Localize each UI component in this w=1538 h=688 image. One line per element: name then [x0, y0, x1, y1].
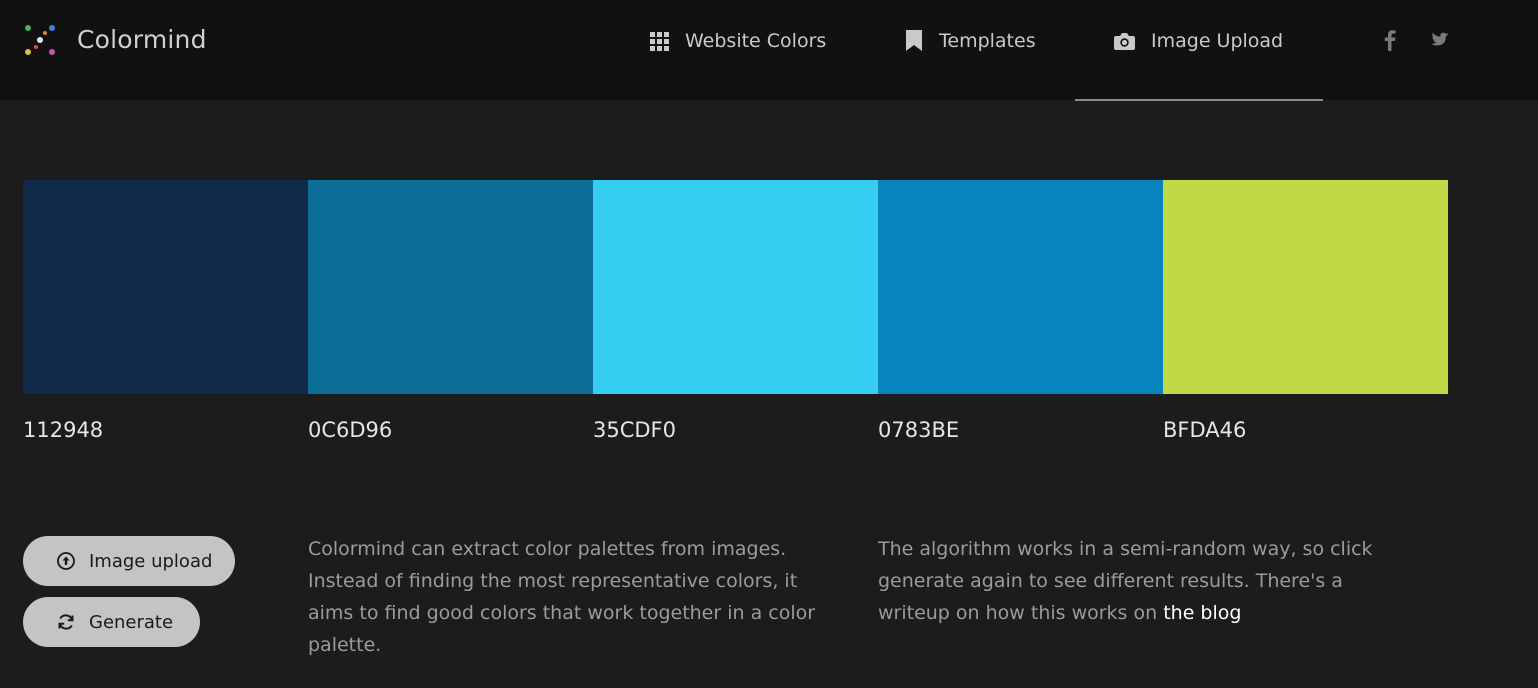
- color-codes: 112948 0C6D96 35CDF0 0783BE BFDA46: [23, 418, 1448, 442]
- color-swatch-3[interactable]: [593, 180, 878, 394]
- brand-name[interactable]: Colormind: [77, 25, 207, 54]
- generate-button-label: Generate: [89, 611, 174, 633]
- generate-button[interactable]: Generate: [23, 597, 200, 647]
- algorithm-description: The algorithm works in a semi-random way…: [878, 533, 1398, 629]
- grid-icon: [650, 31, 669, 51]
- color-palette: [23, 180, 1448, 394]
- blog-link[interactable]: the blog: [1163, 602, 1241, 624]
- image-upload-button[interactable]: Image upload: [23, 536, 235, 586]
- color-swatch-4[interactable]: [878, 180, 1163, 394]
- colormind-logo-icon[interactable]: [22, 22, 58, 58]
- algorithm-description-text: The algorithm works in a semi-random way…: [878, 538, 1373, 624]
- nav-image-upload-label: Image Upload: [1151, 30, 1284, 52]
- nav-templates-label: Templates: [939, 30, 1036, 52]
- top-navigation-bar: Colormind Website Colors Templates Image…: [0, 0, 1538, 101]
- twitter-icon[interactable]: [1429, 27, 1453, 53]
- nav-website-colors[interactable]: Website Colors: [650, 26, 826, 56]
- color-code-1[interactable]: 112948: [23, 418, 308, 442]
- image-upload-button-label: Image upload: [89, 550, 213, 572]
- camera-icon: [1114, 33, 1135, 50]
- upload-icon: [57, 552, 75, 570]
- color-swatch-1[interactable]: [23, 180, 308, 394]
- facebook-icon[interactable]: [1378, 27, 1402, 53]
- color-code-5[interactable]: BFDA46: [1163, 418, 1448, 442]
- color-swatch-2[interactable]: [308, 180, 593, 394]
- bookmark-icon: [906, 30, 922, 51]
- color-code-4[interactable]: 0783BE: [878, 418, 1163, 442]
- color-code-3[interactable]: 35CDF0: [593, 418, 878, 442]
- nav-image-upload[interactable]: Image Upload: [1114, 26, 1283, 56]
- nav-website-colors-label: Website Colors: [685, 30, 827, 52]
- description-text: Colormind can extract color palettes fro…: [308, 538, 816, 656]
- refresh-icon: [58, 614, 74, 630]
- nav-templates[interactable]: Templates: [905, 26, 1036, 56]
- color-code-2[interactable]: 0C6D96: [308, 418, 593, 442]
- color-swatch-5[interactable]: [1163, 180, 1448, 394]
- active-tab-indicator: [1075, 99, 1323, 101]
